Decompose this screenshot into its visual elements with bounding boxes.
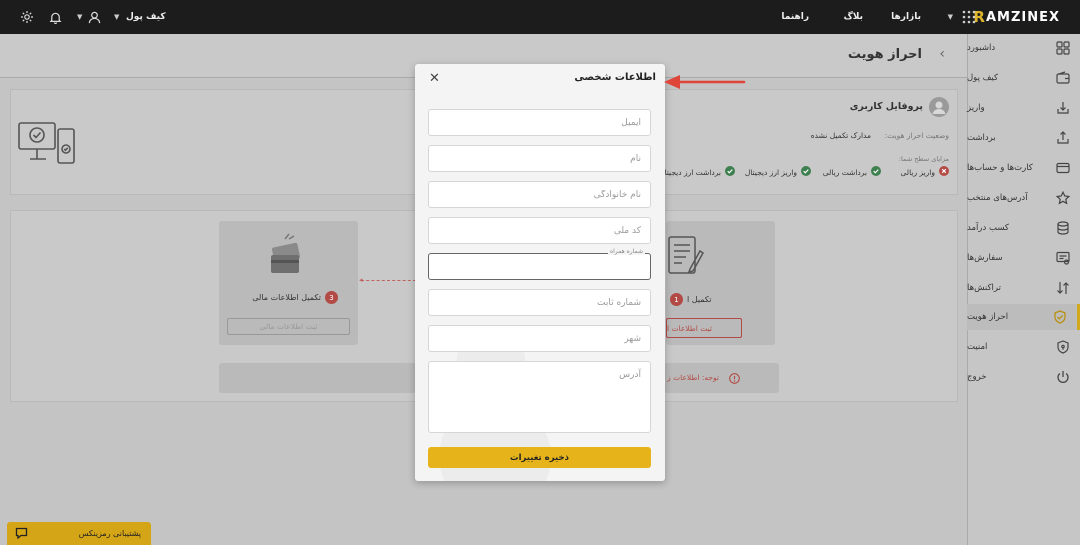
connector-arrow-icon: ◂ <box>359 276 363 284</box>
sidebar-item-transactions[interactable]: تراکنش‌ها <box>967 275 1080 301</box>
check-circle-icon <box>801 166 811 179</box>
top-navbar: R AMZINEX بازارها ▼ بلاگ راهنما کیف پول ▼… <box>0 0 1080 34</box>
ramzinex-logo[interactable]: R AMZINEX <box>973 0 1060 34</box>
card-icon <box>1056 161 1070 175</box>
orders-icon <box>1056 251 1070 265</box>
nav-blog[interactable]: بلاگ <box>844 0 863 34</box>
annotation-arrow-icon <box>664 75 746 89</box>
last-name-field[interactable] <box>428 181 651 208</box>
modal-title: اطلاعات شخصی <box>574 72 656 83</box>
document-edit-icon <box>666 233 706 282</box>
info-circle-icon <box>729 373 740 387</box>
mobile-number-field[interactable] <box>428 253 651 280</box>
error-x-icon <box>939 166 949 179</box>
support-chat-button[interactable]: پشتیبانی رمزینکس <box>7 522 151 545</box>
sidebar-item-earn[interactable]: کسب درآمد <box>967 215 1080 241</box>
landline-phone-field[interactable] <box>428 289 651 316</box>
sidebar-item-security[interactable]: امنیت <box>967 334 1080 360</box>
sidebar-item-wallet[interactable]: کیف پول <box>967 65 1080 91</box>
mobile-number-label: شماره همراه <box>607 248 645 255</box>
markets-dropdown-caret-icon[interactable]: ▼ <box>948 0 953 34</box>
dashboard-icon <box>1056 41 1070 55</box>
database-icon <box>1056 221 1070 235</box>
sidebar-item-favorite-addresses[interactable]: آدرس‌های منتخب <box>967 185 1080 211</box>
withdraw-icon <box>1056 131 1070 145</box>
notification-bell-icon[interactable] <box>49 0 62 34</box>
shield-check-icon <box>1053 310 1067 324</box>
chat-bubble-icon <box>15 527 28 541</box>
check-circle-icon <box>871 166 881 179</box>
nav-guide[interactable]: راهنما <box>781 0 809 34</box>
devices-check-icon <box>18 121 76 168</box>
sidebar-item-orders[interactable]: سفارش‌ها <box>967 245 1080 271</box>
sidebar-item-cards[interactable]: کارت‌ها و حساب‌ها <box>967 155 1080 181</box>
step-number-badge: 3 <box>325 291 338 304</box>
wallet-icon <box>1056 71 1070 85</box>
shield-icon <box>1056 340 1070 354</box>
step-number-badge: 1 <box>670 293 683 306</box>
benefits-label: مزایای سطح شما: <box>898 155 949 163</box>
user-dropdown-caret-icon[interactable]: ▼ <box>77 0 82 34</box>
notice-text: توجه: اطلاعات ز <box>667 373 719 382</box>
national-code-field[interactable] <box>428 217 651 244</box>
address-field[interactable] <box>428 361 651 433</box>
nav-markets[interactable]: بازارها <box>891 0 921 34</box>
sidebar-item-withdraw[interactable]: برداشت <box>967 125 1080 151</box>
benefit-item: واریز ارز دیجیتال <box>745 166 811 179</box>
step3-button[interactable]: ثبت اطلاعات مالی <box>227 318 350 335</box>
city-field[interactable] <box>428 325 651 352</box>
back-chevron-icon[interactable]: ‹ <box>939 46 945 62</box>
personal-info-modal: اطلاعات شخصی ✕ شماره همراه ذخیره تغییرات <box>415 64 665 481</box>
verification-status-label: وضعیت احراز هویت: <box>884 131 949 140</box>
email-field[interactable] <box>428 109 651 136</box>
wallet-dropdown-caret-icon[interactable]: ▼ <box>114 0 119 34</box>
sidebar-item-logout[interactable]: خروج <box>967 364 1080 390</box>
benefit-item: برداشت ارز دیجیتال <box>659 166 735 179</box>
verification-status-value: مدارک تکمیل نشده <box>810 131 871 140</box>
benefit-item: واریز ریالی <box>901 166 949 179</box>
close-icon[interactable]: ✕ <box>429 72 440 86</box>
check-circle-icon <box>725 166 735 179</box>
step-connector <box>361 280 416 281</box>
wallet-menu[interactable]: کیف پول <box>126 0 166 34</box>
deposit-icon <box>1056 101 1070 115</box>
first-name-field[interactable] <box>428 145 651 172</box>
page-title: احراز هویت <box>847 47 922 62</box>
sidebar-item-deposit[interactable]: واریز <box>967 95 1080 121</box>
bank-cards-icon <box>267 233 307 280</box>
user-icon[interactable] <box>88 0 101 34</box>
profile-title: پروفایل کاربری <box>849 101 923 112</box>
step1-title: تکمیل ا 1 <box>670 293 712 306</box>
avatar <box>929 97 949 117</box>
transactions-icon <box>1056 281 1070 295</box>
power-icon <box>1056 370 1070 384</box>
sidebar: داشبورد کیف پول واریز برداشت کارت‌ها و ح… <box>967 34 1080 545</box>
save-changes-button[interactable]: ذخیره تغییرات <box>428 447 651 468</box>
sidebar-item-dashboard[interactable]: داشبورد <box>967 35 1080 61</box>
settings-gear-icon[interactable] <box>20 0 34 34</box>
star-icon <box>1055 190 1071 205</box>
apps-grid-icon[interactable] <box>962 0 976 34</box>
step3-title: 3 تکمیل اطلاعات مالی <box>252 291 338 304</box>
step1-button[interactable]: ثبت اطلاعات ا <box>666 318 742 338</box>
benefit-item: برداشت ریالی <box>823 166 881 179</box>
sidebar-item-identity-verification[interactable]: احراز هویت <box>967 304 1080 330</box>
step-financial-card: 3 تکمیل اطلاعات مالی ثبت اطلاعات مالی <box>219 221 358 345</box>
